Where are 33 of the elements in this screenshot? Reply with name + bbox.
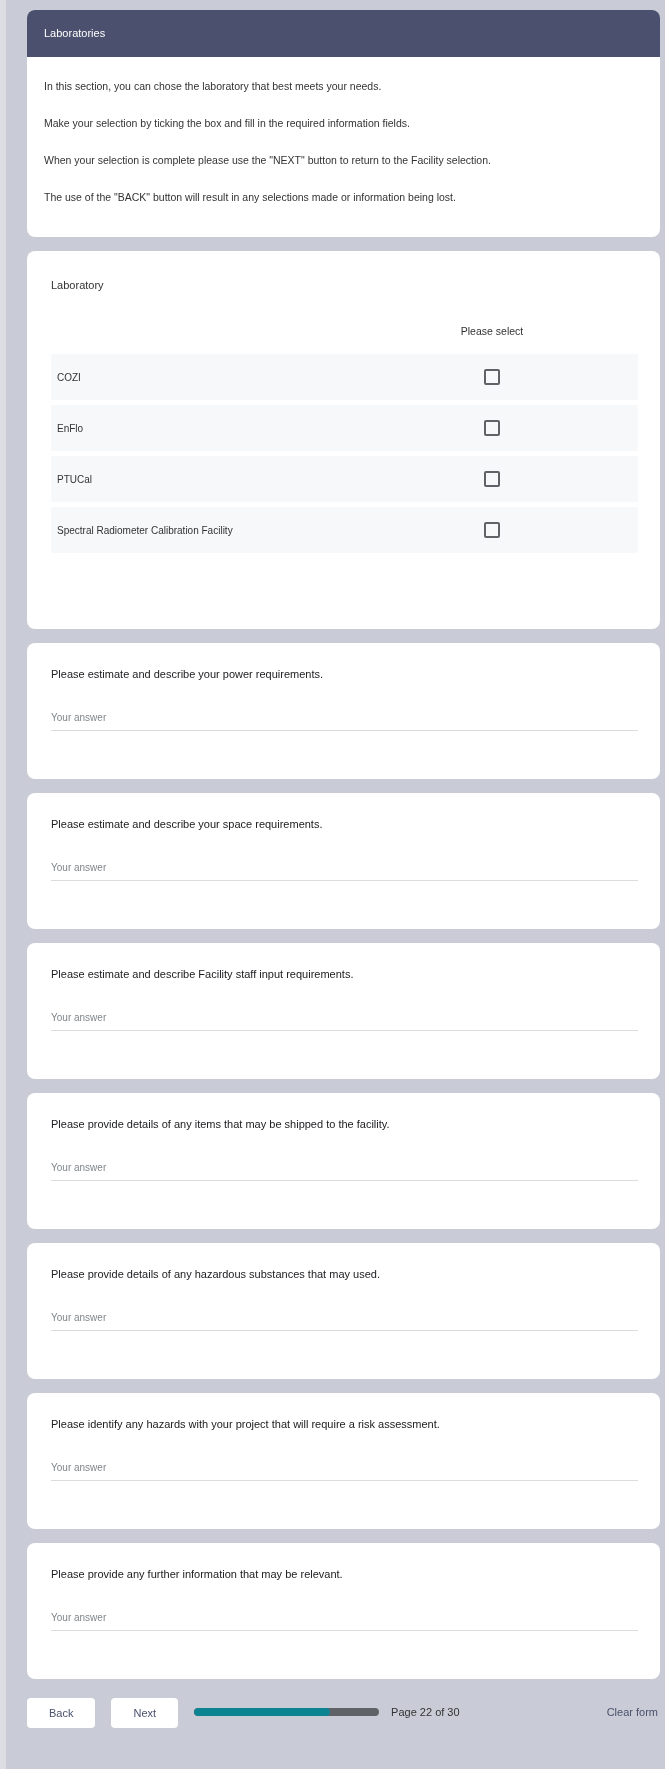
instruction-text: In this section, you can chose the laboratory that best meets your needs. bbox=[44, 79, 383, 94]
answer-field[interactable]: Your answer bbox=[51, 1308, 638, 1331]
question-label: Please identify any hazards with your project that will require a risk assessment. bbox=[51, 1418, 441, 1430]
question-label: Please provide details of any items that may be shipped to the facility. bbox=[51, 1118, 391, 1130]
question-label: Please estimate and describe Facility staff input requirements. bbox=[51, 968, 355, 980]
clear-form-link[interactable]: Clear form bbox=[606, 1705, 658, 1718]
section-title: Laboratories bbox=[27, 10, 660, 57]
question-label: Please estimate and describe your power requirements. bbox=[51, 668, 325, 680]
column-header: Please select bbox=[459, 325, 525, 337]
row-label: Spectral Radiometer Calibration Facility bbox=[51, 507, 346, 553]
row-label: EnFlo bbox=[51, 405, 346, 451]
row-label: PTUCal bbox=[51, 456, 346, 502]
next-button[interactable]: Next bbox=[111, 1698, 179, 1728]
instruction-text: When your selection is complete please use the "NEXT" button to return to the Facility selection. bbox=[44, 153, 492, 168]
answer-field[interactable]: Your answer bbox=[51, 858, 638, 881]
checkbox[interactable] bbox=[484, 369, 500, 385]
checkbox[interactable] bbox=[484, 420, 500, 436]
page-indicator: Page 22 of 30 bbox=[391, 1705, 460, 1718]
checkbox[interactable] bbox=[484, 471, 500, 487]
answer-field[interactable]: Your answer bbox=[51, 1158, 638, 1181]
question-label: Please provide details of any hazardous substances that may used. bbox=[51, 1268, 381, 1280]
back-button[interactable]: Back bbox=[27, 1698, 96, 1728]
answer-field[interactable]: Your answer bbox=[51, 1458, 638, 1481]
question-title: Laboratory bbox=[51, 279, 105, 291]
answer-field[interactable]: Your answer bbox=[51, 708, 638, 731]
row-label: COZI bbox=[51, 354, 346, 400]
question-label: Please estimate and describe your space requirements. bbox=[51, 818, 324, 830]
question-label: Please provide any further information that may be relevant. bbox=[51, 1568, 344, 1580]
instruction-text: The use of the "BACK" button will result in any selections made or information being lost. bbox=[44, 190, 457, 205]
instruction-text: Make your selection by ticking the box and fill in the required information fields. bbox=[44, 116, 411, 131]
answer-field[interactable]: Your answer bbox=[51, 1608, 638, 1631]
checkbox[interactable] bbox=[484, 522, 500, 538]
answer-field[interactable]: Your answer bbox=[51, 1008, 638, 1031]
